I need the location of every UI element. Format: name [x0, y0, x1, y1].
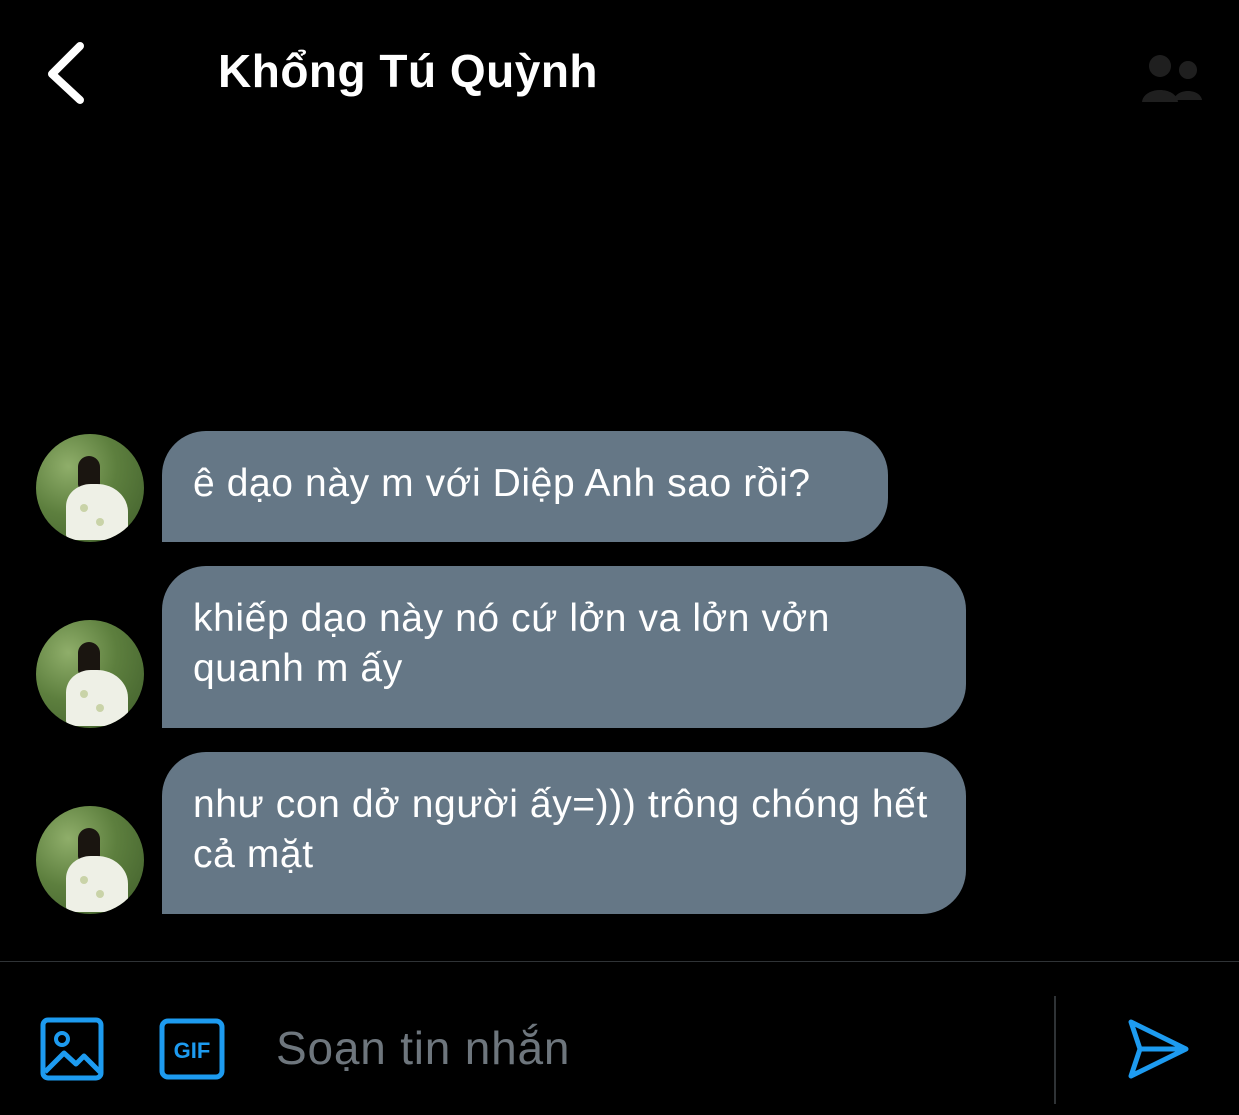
- add-gif-button[interactable]: GIF: [159, 1018, 225, 1080]
- gif-label: GIF: [174, 1038, 211, 1063]
- add-media-button[interactable]: [40, 1017, 104, 1081]
- message-bubble[interactable]: ê dạo này m với Diệp Anh sao rồi?: [162, 431, 888, 542]
- avatar[interactable]: [36, 434, 144, 542]
- message-bubble[interactable]: khiếp dạo này nó cứ lởn va lởn vởn quanh…: [162, 566, 966, 728]
- avatar[interactable]: [36, 806, 144, 914]
- message-row: khiếp dạo này nó cứ lởn va lởn vởn quanh…: [0, 566, 1239, 728]
- message-bubble[interactable]: như con dở người ấy=))) trông chóng hết …: [162, 752, 966, 914]
- message-row: như con dở người ấy=))) trông chóng hết …: [0, 752, 1239, 914]
- message-list: ê dạo này m với Diệp Anh sao rồi? khiếp …: [0, 0, 1239, 960]
- send-icon: [1128, 1019, 1189, 1079]
- send-button[interactable]: [1126, 1018, 1190, 1080]
- avatar[interactable]: [36, 620, 144, 728]
- composer-separator: [1054, 996, 1056, 1104]
- gif-icon: GIF: [159, 1018, 225, 1080]
- message-text: như con dở người ấy=))) trông chóng hết …: [193, 783, 928, 876]
- message-composer: GIF: [0, 962, 1239, 1115]
- message-text: ê dạo này m với Diệp Anh sao rồi?: [193, 462, 811, 505]
- message-row: ê dạo này m với Diệp Anh sao rồi?: [0, 431, 1239, 542]
- message-input[interactable]: [270, 1008, 1042, 1088]
- message-text: khiếp dạo này nó cứ lởn va lởn vởn quanh…: [193, 597, 831, 690]
- image-icon: [40, 1017, 104, 1081]
